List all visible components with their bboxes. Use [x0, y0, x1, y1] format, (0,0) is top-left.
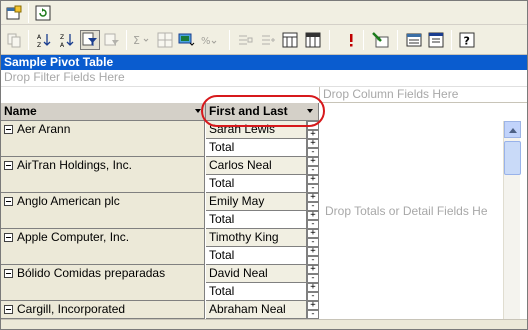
pivot-window: AZ ZA Σ % ? Sample Pivot Table Drop Filt…	[0, 0, 528, 330]
toolbar-separator	[126, 30, 127, 50]
collapse-box-icon[interactable]	[4, 269, 13, 278]
total-cell[interactable]: Total	[206, 175, 307, 193]
row-item[interactable]: Cargill, Incorporated	[1, 301, 205, 319]
expand-icon[interactable]	[258, 30, 278, 50]
scrollbar-thumb[interactable]	[504, 141, 521, 175]
scroll-up-button[interactable]	[504, 121, 521, 138]
error-icon[interactable]	[341, 30, 361, 50]
toolbar-secondary: AZ ZA Σ % ?	[1, 25, 527, 55]
svg-text:Σ: Σ	[133, 34, 140, 47]
vertical-scrollbar[interactable]	[503, 121, 521, 319]
row-item-label: AirTran Holdings, Inc.	[17, 158, 132, 172]
svg-text:A: A	[60, 42, 65, 48]
row-item[interactable]: Aer Arann	[1, 121, 205, 157]
show-top-bottom-icon[interactable]	[102, 30, 122, 50]
collapse-icon[interactable]	[235, 30, 255, 50]
column-drop-zone[interactable]: Drop Column Fields Here	[319, 87, 527, 103]
toolbar-primary	[1, 1, 527, 25]
show-details-icon[interactable]	[303, 30, 323, 50]
sort-ascending-icon[interactable]: AZ	[34, 30, 54, 50]
filter-drop-zone[interactable]: Drop Filter Fields Here	[1, 70, 527, 87]
collapse-indicator-icon[interactable]: -	[307, 310, 319, 319]
chevron-up-icon	[508, 127, 517, 133]
dropdown-arrow-icon[interactable]	[195, 109, 201, 113]
toolbar-separator	[397, 30, 398, 50]
pivot-title: Sample Pivot Table	[1, 55, 527, 70]
row-item[interactable]: Apple Computer, Inc.	[1, 229, 205, 265]
row-item-label: Bólido Comidas preparadas	[17, 266, 166, 280]
row-item-label: Aer Arann	[17, 122, 71, 136]
properties-icon[interactable]	[426, 30, 446, 50]
svg-text:Z: Z	[60, 34, 64, 41]
total-cell[interactable]: Total	[206, 211, 307, 229]
calculated-total-icon[interactable]	[177, 30, 197, 50]
member-cell[interactable]: Emily May	[206, 193, 307, 211]
refresh-icon[interactable]	[33, 3, 53, 23]
svg-text:Z: Z	[37, 42, 41, 48]
autofilter-icon[interactable]	[80, 30, 100, 50]
help-icon[interactable]: ?	[457, 30, 477, 50]
collapse-box-icon[interactable]	[4, 305, 13, 314]
hide-details-icon[interactable]	[280, 30, 300, 50]
collapse-box-icon[interactable]	[4, 125, 13, 134]
toolbar-separator	[451, 30, 452, 50]
field-list-icon[interactable]	[4, 3, 24, 23]
toolbar-separator	[329, 30, 330, 50]
total-cell[interactable]: Total	[206, 283, 307, 301]
row-field-header-name[interactable]: Name	[1, 103, 206, 121]
row-item[interactable]: Bólido Comidas preparadas	[1, 265, 205, 301]
member-cell[interactable]: Carlos Neal	[206, 157, 307, 175]
svg-text:?: ?	[464, 35, 470, 48]
collapse-box-icon[interactable]	[4, 161, 13, 170]
member-cell[interactable]: Abraham Neal	[206, 301, 307, 319]
member-cell[interactable]: David Neal	[206, 265, 307, 283]
member-cell[interactable]: Timothy King	[206, 229, 307, 247]
total-cell[interactable]: Total	[206, 139, 307, 157]
autocalc-icon[interactable]: Σ	[132, 30, 152, 50]
toolbar-separator	[229, 30, 230, 50]
row-field-header-label: Name	[4, 104, 37, 118]
bottom-frame-bar	[1, 319, 527, 329]
dropdown-arrow-icon[interactable]	[307, 109, 313, 113]
collapse-box-icon[interactable]	[4, 197, 13, 206]
export-excel-icon[interactable]	[371, 30, 391, 50]
data-drop-zone[interactable]: Drop Totals or Detail Fields He	[325, 204, 488, 218]
row-item[interactable]: Anglo American plc	[1, 193, 205, 229]
svg-text:%: %	[201, 36, 211, 47]
collapse-box-icon[interactable]	[4, 233, 13, 242]
toolbar-separator	[28, 30, 29, 50]
member-cell[interactable]: Sarah Lewis	[206, 121, 307, 139]
row-item-label: Apple Computer, Inc.	[17, 230, 130, 244]
copy-icon[interactable]	[4, 30, 24, 50]
sort-descending-icon[interactable]: ZA	[57, 30, 77, 50]
field-list-icon[interactable]	[404, 30, 424, 50]
row-field-header-first-and-last[interactable]: First and Last	[206, 103, 319, 121]
row-field-header-label: First and Last	[209, 104, 288, 118]
row-item[interactable]: AirTran Holdings, Inc.	[1, 157, 205, 193]
percent-icon[interactable]: %	[200, 30, 220, 50]
toolbar-separator	[363, 30, 364, 50]
toolbar-separator	[28, 3, 29, 23]
svg-text:A: A	[37, 34, 42, 41]
subtotal-icon[interactable]	[155, 30, 175, 50]
row-item-label: Anglo American plc	[17, 194, 120, 208]
total-cell[interactable]: Total	[206, 247, 307, 265]
row-item-label: Cargill, Incorporated	[17, 302, 126, 316]
